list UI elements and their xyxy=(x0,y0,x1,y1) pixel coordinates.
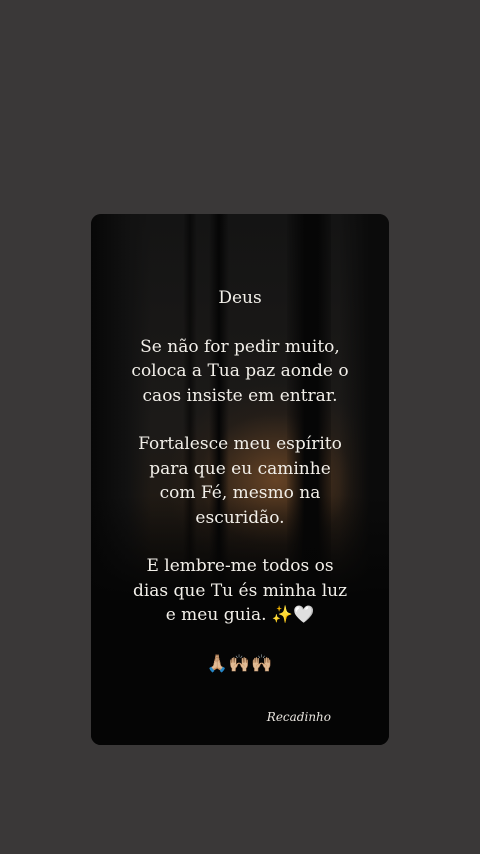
message-paragraph: E lembre-me todos os dias que Tu és minh… xyxy=(132,556,348,625)
message-text: Deus Se não for pedir muito, coloca a Tu… xyxy=(91,286,389,676)
message-title: Deus xyxy=(218,288,262,308)
story-card: Deus Se não for pedir muito, coloca a Tu… xyxy=(91,214,389,745)
message-paragraph: Fortalesce meu espírito para que eu cami… xyxy=(138,434,342,528)
message-paragraph: Se não for pedir muito, coloca a Tua paz… xyxy=(131,336,349,406)
praying-hands-emoji-row: 🙏🏼🙌🏼🙌🏼 xyxy=(206,653,274,674)
signature-watermark: Recadinho xyxy=(266,710,331,724)
